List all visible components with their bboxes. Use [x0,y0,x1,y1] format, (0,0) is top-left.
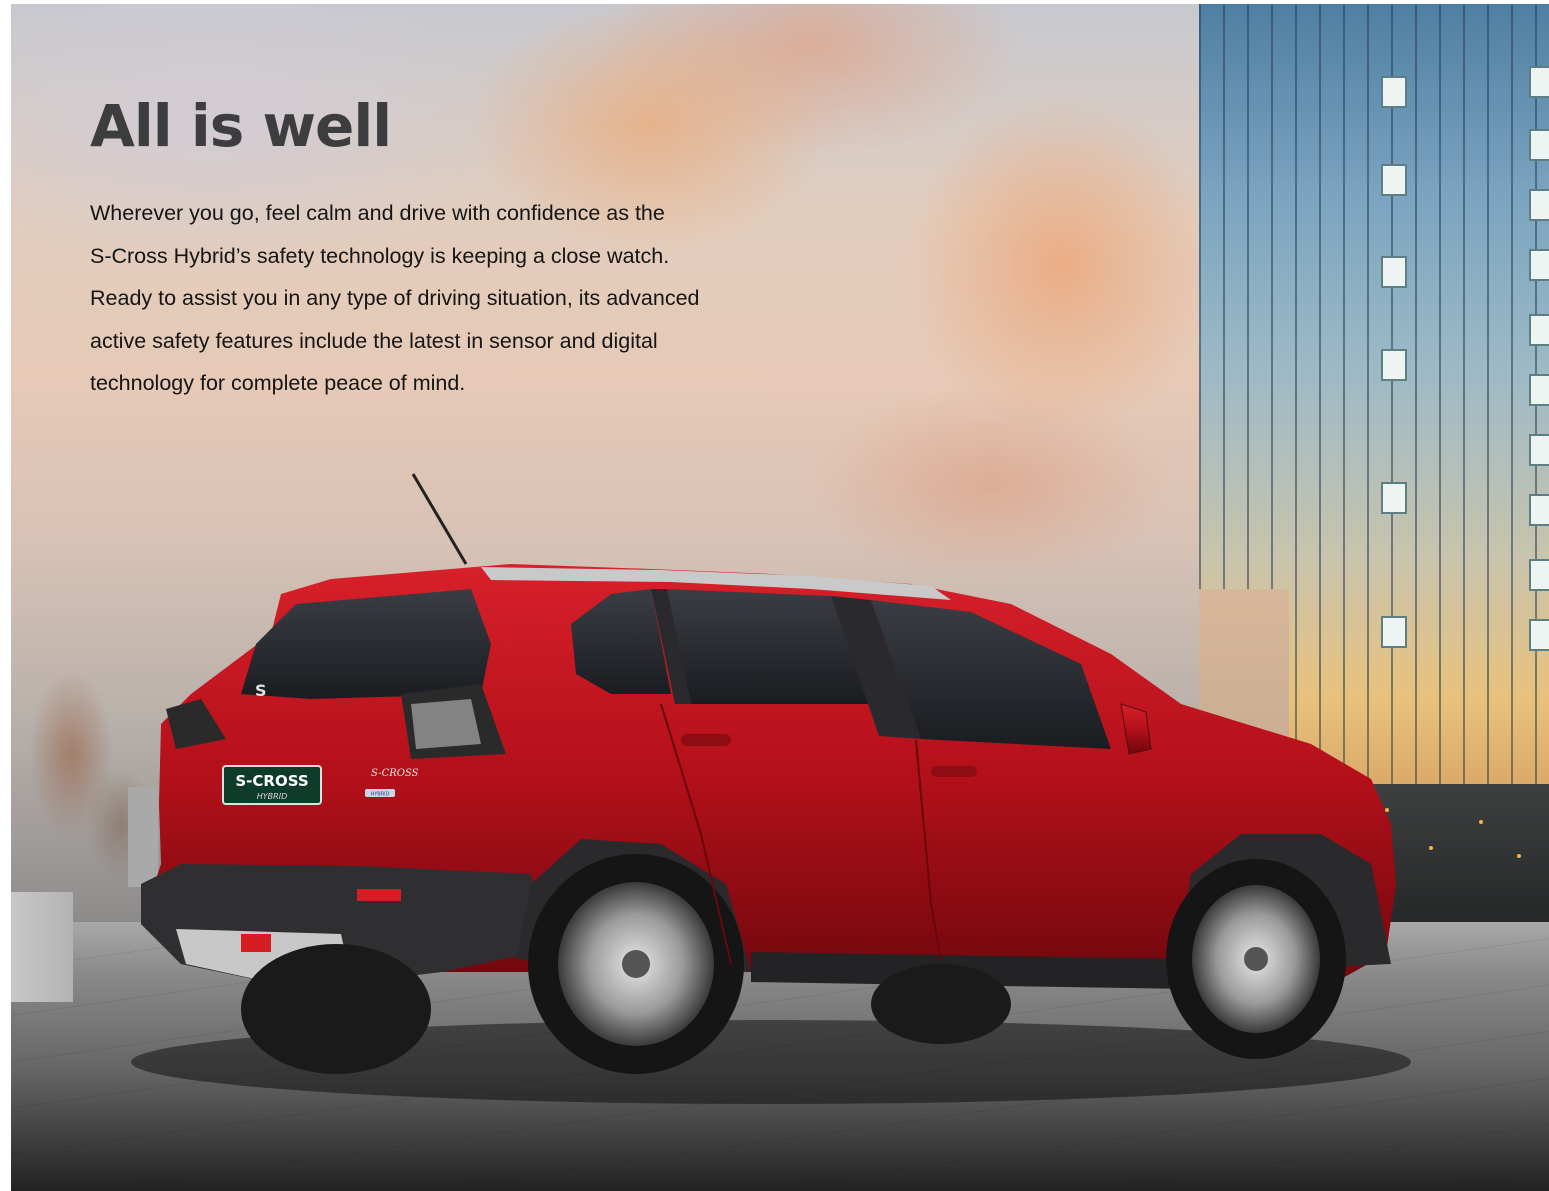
description-line: technology for complete peace of mind. [90,371,466,396]
description-line: Ready to assist you in any type of drivi… [90,286,700,311]
plate-model-text: S-CROSS [235,772,308,790]
description-line: Wherever you go, feel calm and drive wit… [90,201,665,225]
description-line: S-Cross Hybrid’s safety technology is ke… [90,243,670,268]
hybrid-emblem-text: HYBRID [370,792,389,798]
hero-description: Wherever you go, feel calm and drive wit… [90,192,850,405]
description-line: active safety features include the lates… [90,328,658,353]
page-title: All is well [90,92,392,160]
suzuki-s-cross-car-image: S-CROSS HYBRID S-CROSS HYBRID S [131,473,1411,1104]
tailgate-script-badge: S-CROSS [371,768,419,779]
hero-banner: S-CROSS HYBRID S-CROSS HYBRID S All is w… [11,4,1549,1191]
plate-variant-text: HYBRID [257,792,287,801]
suzuki-logo-icon: S [255,681,267,700]
